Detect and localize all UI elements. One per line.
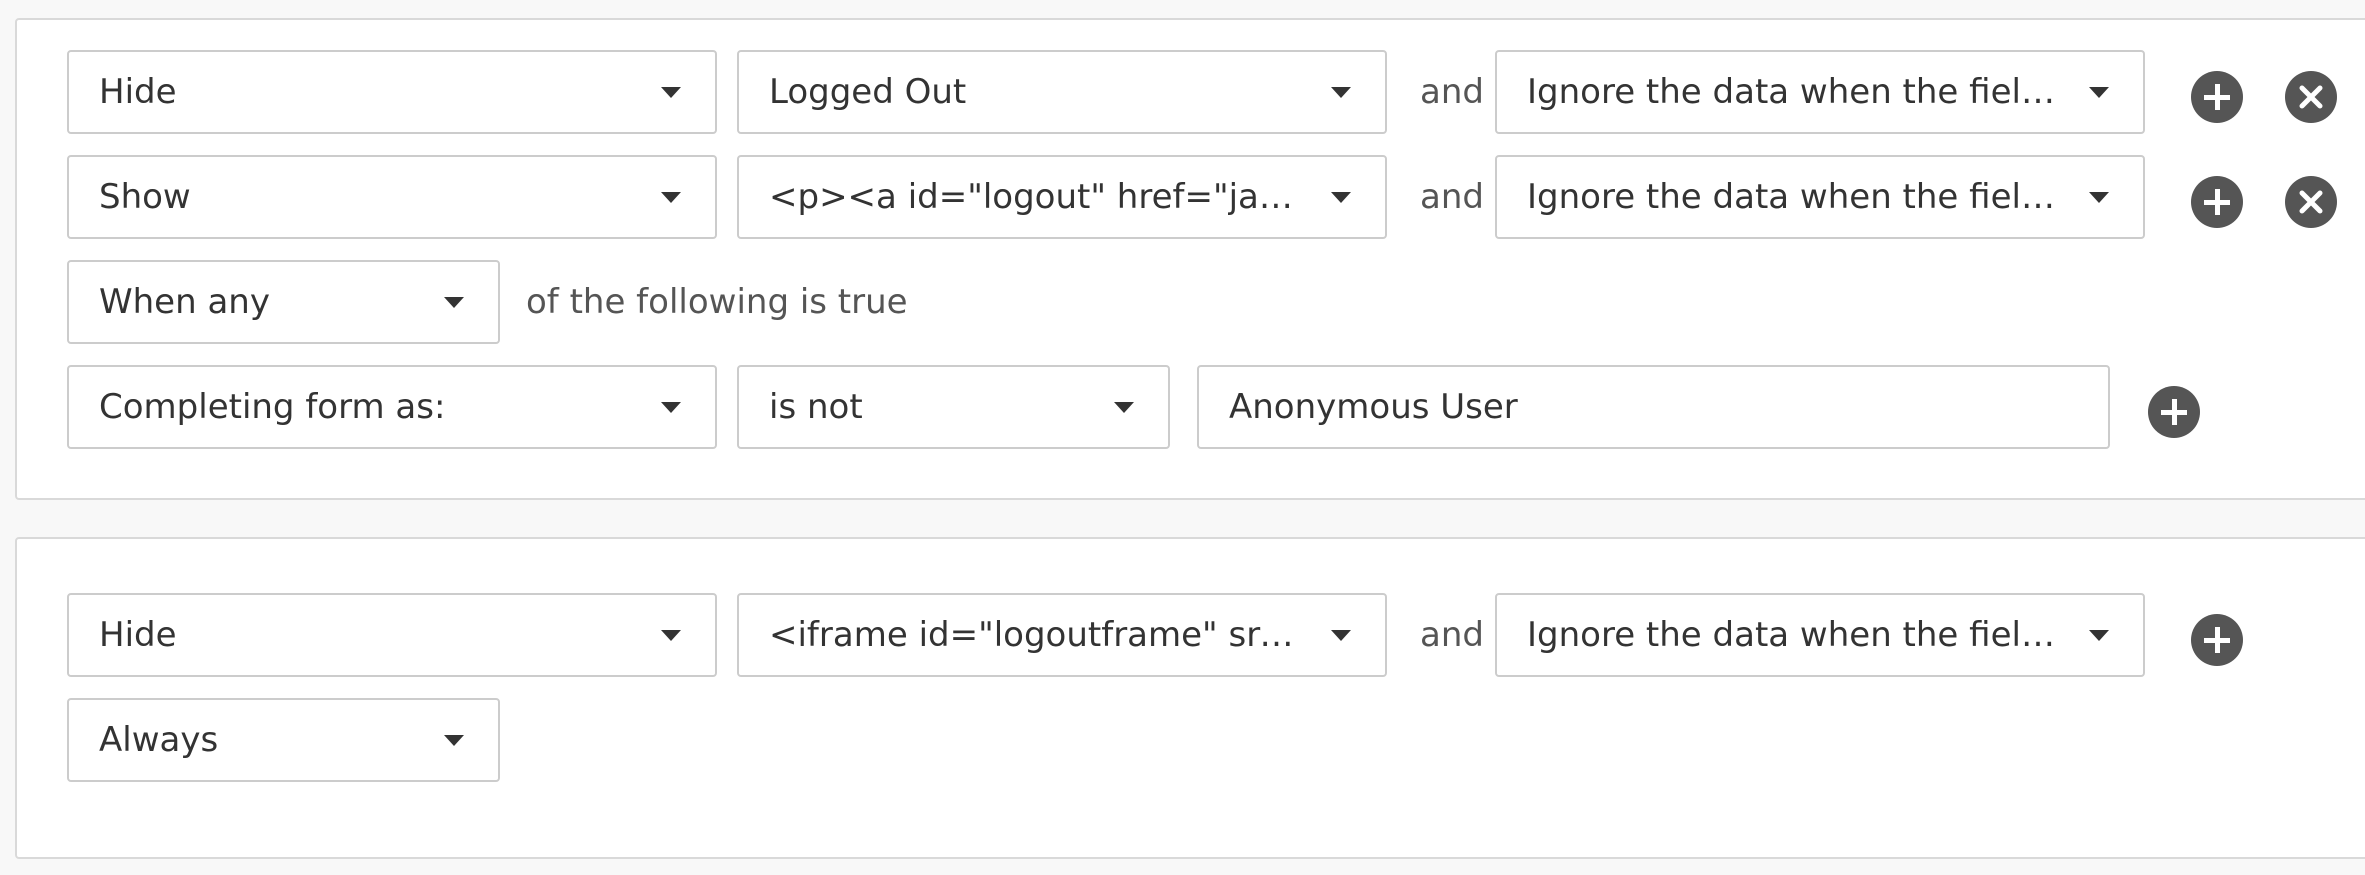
chevron-down-icon: [661, 402, 681, 413]
condition-match-select[interactable]: Always: [67, 698, 500, 782]
condition-value-input[interactable]: Anonymous User: [1197, 365, 2110, 449]
connector-label: and: [1420, 615, 1484, 655]
remove-action-button[interactable]: [2285, 176, 2337, 228]
x-circle-icon: [2299, 190, 2323, 214]
target-field-select-value: <iframe id="logoutframe" src="a…: [769, 615, 1378, 655]
chevron-down-icon: [1331, 192, 1351, 203]
condition-operator-select[interactable]: is not: [737, 365, 1170, 449]
data-handling-select[interactable]: Ignore the data when the field/s…: [1495, 50, 2145, 134]
data-handling-select-value: Ignore the data when the field/s…: [1527, 72, 2106, 112]
condition-value-text: Anonymous User: [1229, 387, 1518, 427]
plus-circle-icon: [2204, 189, 2230, 215]
add-action-button[interactable]: [2191, 614, 2243, 666]
action-select-value: Hide: [99, 615, 177, 655]
action-select-value: Show: [99, 177, 191, 217]
target-field-select-value: <p><a id="logout" href="javascri…: [769, 177, 1387, 217]
connector-label: and: [1420, 177, 1484, 217]
data-handling-select-value: Ignore the data when the field/s…: [1527, 615, 2106, 655]
data-handling-select[interactable]: Ignore the data when the field/s…: [1495, 593, 2145, 677]
chevron-down-icon: [2089, 87, 2109, 98]
chevron-down-icon: [661, 630, 681, 641]
chevron-down-icon: [1114, 402, 1134, 413]
connector-label: and: [1420, 72, 1484, 112]
condition-field-select[interactable]: Completing form as:: [67, 365, 717, 449]
condition-operator-select-value: is not: [769, 387, 863, 427]
chevron-down-icon: [1331, 630, 1351, 641]
condition-match-select-value: When any: [99, 282, 270, 322]
plus-circle-icon: [2204, 627, 2230, 653]
chevron-down-icon: [444, 735, 464, 746]
condition-field-select-value: Completing form as:: [99, 387, 446, 427]
chevron-down-icon: [2089, 192, 2109, 203]
target-field-select[interactable]: <p><a id="logout" href="javascri…: [737, 155, 1387, 239]
condition-match-select[interactable]: When any: [67, 260, 500, 344]
condition-suffix-label: of the following is true: [526, 282, 908, 322]
plus-circle-icon: [2204, 84, 2230, 110]
action-select[interactable]: Hide: [67, 50, 717, 134]
chevron-down-icon: [1331, 87, 1351, 98]
chevron-down-icon: [661, 192, 681, 203]
action-select[interactable]: Show: [67, 155, 717, 239]
x-circle-icon: [2299, 85, 2323, 109]
target-field-select[interactable]: <iframe id="logoutframe" src="a…: [737, 593, 1387, 677]
target-field-select-value: Logged Out: [769, 72, 967, 112]
remove-action-button[interactable]: [2285, 71, 2337, 123]
action-select-value: Hide: [99, 72, 177, 112]
add-condition-button[interactable]: [2148, 386, 2200, 438]
add-action-button[interactable]: [2191, 176, 2243, 228]
target-field-select[interactable]: Logged Out: [737, 50, 1387, 134]
add-action-button[interactable]: [2191, 71, 2243, 123]
chevron-down-icon: [2089, 630, 2109, 641]
condition-match-select-value: Always: [99, 720, 219, 760]
plus-circle-icon: [2161, 399, 2187, 425]
action-select[interactable]: Hide: [67, 593, 717, 677]
chevron-down-icon: [444, 297, 464, 308]
chevron-down-icon: [661, 87, 681, 98]
data-handling-select-value: Ignore the data when the field/s…: [1527, 177, 2106, 217]
data-handling-select[interactable]: Ignore the data when the field/s…: [1495, 155, 2145, 239]
